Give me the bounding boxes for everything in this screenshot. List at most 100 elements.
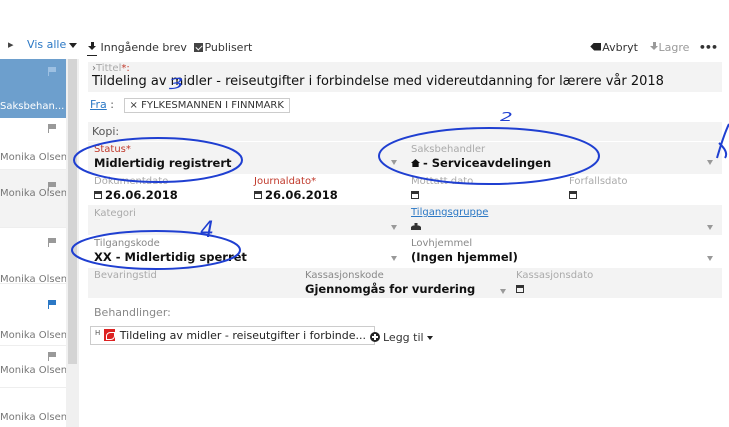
list-item[interactable]: Monika Olsen (0, 118, 66, 170)
calendar-icon[interactable] (411, 191, 419, 199)
list-toolbar: ▸ Vis alle (0, 38, 78, 52)
add-button[interactable]: Legg til (370, 331, 433, 344)
access-code-label: Tilgangskode (94, 238, 160, 249)
cancel-label: Avbryt (602, 40, 638, 54)
save-button[interactable]: Lagre (649, 40, 690, 54)
cancel-button[interactable]: Avbryt (590, 41, 638, 54)
copy-field[interactable]: Kopi: (92, 125, 119, 138)
journal-date-field[interactable]: Journaldato* 26.06.2018 (254, 176, 338, 202)
backspace-icon (590, 42, 602, 51)
access-code-value: XX - Midlertidig sperret (94, 250, 247, 264)
more-options-icon[interactable]: ••• (699, 41, 718, 54)
plus-circle-icon (370, 332, 380, 342)
flag-icon[interactable] (48, 352, 56, 361)
dropdown-caret-icon[interactable] (707, 225, 713, 230)
scrollbar-thumb[interactable] (68, 59, 77, 364)
copy-field-bg (88, 122, 722, 141)
checkbox-checked-icon (194, 42, 204, 52)
document-date-label: Dokumentdato (94, 176, 169, 187)
category-label: Kategori (94, 208, 136, 219)
collapse-arrow-icon[interactable]: ▸ (8, 38, 14, 51)
legal-basis-label: Lovhjemmel (411, 238, 473, 249)
disposal-code-value: Gjennomgås for vurdering (305, 282, 476, 296)
title-field[interactable]: ›Tittel*: Tildeling av midler - reiseutg… (92, 63, 664, 89)
copy-label: Kopi: (92, 125, 120, 138)
published-label: Publisert (204, 40, 253, 54)
case-handler-label: Saksbehandler (411, 144, 486, 155)
list-item[interactable]: Monika Olsen (0, 232, 66, 285)
case-handler-value: - Serviceavdelingen (423, 156, 552, 170)
received-date-label: Mottatt dato (411, 176, 474, 187)
dropdown-caret-icon[interactable] (707, 160, 713, 165)
published-checkbox[interactable]: Publisert (194, 41, 252, 54)
dropdown-caret-icon[interactable] (391, 225, 397, 230)
case-list-panel: ▸ Vis alle Saksbehan... Monika Olsen Mon… (0, 0, 80, 427)
list-item[interactable]: Monika Olsen (0, 294, 66, 346)
due-date-label: Forfallsdato (569, 176, 628, 187)
case-handler-select[interactable]: Saksbehandler - Serviceavdelingen (411, 144, 551, 170)
download-icon (88, 41, 97, 52)
flag-icon[interactable] (48, 124, 56, 133)
dropdown-caret-icon[interactable] (391, 256, 397, 261)
case-handler-name: Monika Olsen (0, 188, 66, 199)
attached-document-title: Tildeling av midler - reiseutgifter i fo… (119, 329, 367, 342)
view-all-link[interactable]: Vis alle (27, 38, 78, 51)
status-value: Midlertidig registrert (94, 156, 232, 170)
title-value: Tildeling av midler - reiseutgifter i fo… (92, 74, 664, 89)
chevron-down-icon (69, 42, 78, 48)
dropdown-caret-icon[interactable] (707, 256, 713, 261)
document-date-field[interactable]: Dokumentdato 26.06.2018 (94, 176, 178, 202)
list-item[interactable]: Monika Olsen (0, 348, 66, 388)
app-root: ▸ Vis alle Saksbehan... Monika Olsen Mon… (0, 0, 729, 427)
journal-date-value: 26.06.2018 (265, 188, 338, 202)
list-item[interactable]: Monika Olsen (0, 395, 66, 427)
received-date-field[interactable]: Mottatt dato (411, 176, 473, 202)
add-label: Legg til (383, 331, 424, 344)
due-date-field[interactable]: Forfallsdato (569, 176, 628, 202)
disposal-date-label: Kassasjonsdato (516, 270, 594, 281)
column-header-label: Saksbehan... (0, 101, 65, 112)
case-handler-name: Monika Olsen (0, 365, 66, 376)
remove-icon[interactable]: × (130, 100, 138, 111)
dropdown-caret-icon[interactable] (391, 160, 397, 165)
calendar-icon[interactable] (569, 191, 577, 199)
sender-tag[interactable]: × FYLKESMANNEN I FINNMARK (123, 98, 290, 113)
case-handler-name: Monika Olsen (0, 274, 66, 285)
status-select[interactable]: Status* Midlertidig registrert (94, 144, 232, 170)
incoming-letter-button[interactable]: Inngående brev (87, 41, 187, 56)
access-group-link[interactable]: Tilgangsgruppe (411, 207, 488, 218)
attached-document-chip[interactable]: H Tildeling av midler - reiseutgifter i … (90, 326, 376, 345)
pdf-icon (103, 329, 115, 341)
calendar-icon[interactable] (254, 191, 262, 199)
dropdown-caret-icon[interactable] (500, 289, 506, 294)
list-item[interactable]: Monika Olsen (0, 170, 66, 228)
access-group-select[interactable]: Tilgangsgruppe (411, 207, 488, 233)
required-marker: *: (121, 63, 130, 74)
case-handler-name: Monika Olsen (0, 152, 66, 163)
title-label: Tittel (96, 63, 122, 74)
disposal-date-field[interactable]: Kassasjonsdato (516, 270, 593, 296)
save-label: Lagre (658, 40, 690, 54)
calendar-icon[interactable] (94, 191, 102, 199)
list-column-header[interactable]: Saksbehan... (0, 59, 66, 118)
list-scrollbar[interactable] (66, 59, 79, 427)
legal-basis-value: (Ingen hjemmel) (411, 250, 518, 264)
access-code-select[interactable]: Tilgangskode XX - Midlertidig sperret (94, 238, 247, 264)
document-form-panel: Inngående brev Publisert Avbryt Lagre ••… (80, 0, 729, 427)
flag-icon[interactable] (48, 238, 56, 247)
from-link[interactable]: Fra (90, 98, 107, 111)
save-icon (649, 41, 659, 52)
flag-icon[interactable] (48, 300, 56, 309)
legal-basis-select[interactable]: Lovhjemmel (Ingen hjemmel) (411, 238, 518, 264)
retention-field[interactable]: Bevaringstid (94, 270, 157, 281)
case-handler-name: Monika Olsen (0, 412, 66, 423)
case-handler-name: Monika Olsen (0, 330, 66, 341)
users-icon (411, 223, 421, 230)
from-colon: : (110, 98, 115, 111)
calendar-icon[interactable] (516, 285, 524, 293)
disposal-code-select[interactable]: Kassasjonskode Gjennomgås for vurdering (305, 270, 475, 296)
handlings-label: Behandlinger: (94, 306, 171, 319)
from-field[interactable]: Fra : × FYLKESMANNEN I FINNMARK (90, 98, 290, 113)
category-select[interactable]: Kategori (94, 208, 136, 219)
doc-type-marker: H (95, 329, 101, 337)
